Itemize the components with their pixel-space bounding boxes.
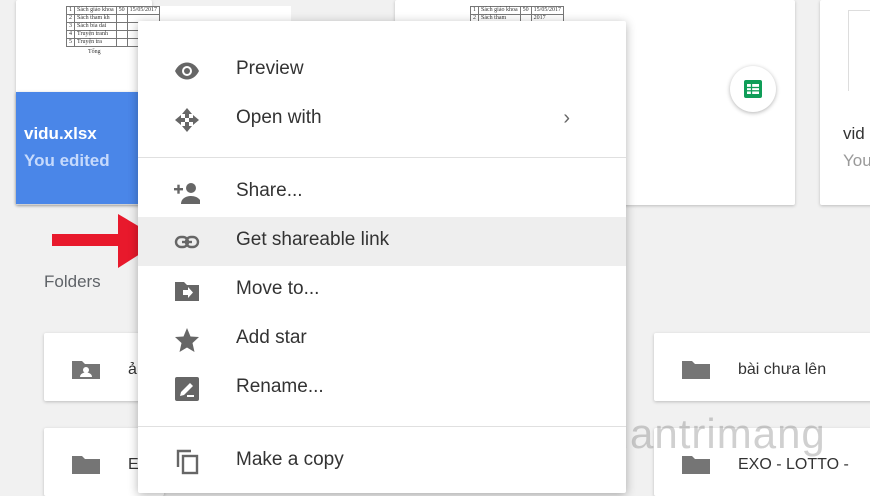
thumbnail-cell: 50 bbox=[519, 6, 532, 15]
selected-file-name: vidu.xlsx bbox=[24, 124, 97, 143]
move-arrows-icon bbox=[175, 108, 199, 132]
thumbnail-cell bbox=[115, 22, 128, 31]
link-icon bbox=[174, 235, 200, 249]
folder-label-4: EXO - LOTTO - bbox=[738, 456, 849, 473]
move-to-folder-icon bbox=[175, 282, 199, 301]
menu-label-open-with: Open with bbox=[236, 107, 322, 128]
thumbnail-cell: Sách bìa dai bbox=[74, 22, 117, 31]
rename-pencil-icon bbox=[175, 377, 199, 401]
thumbnail-row: 1 Sách giáo khoa 50 15/05/2017 bbox=[470, 6, 565, 15]
thumbnail-cell bbox=[115, 14, 128, 23]
menu-label-move-to: Move to... bbox=[236, 278, 320, 299]
menu-label-preview: Preview bbox=[236, 58, 304, 79]
eye-icon bbox=[175, 62, 199, 80]
menu-label-make-copy: Make a copy bbox=[236, 449, 344, 470]
sheets-badge bbox=[730, 66, 776, 112]
add-person-icon bbox=[174, 183, 200, 204]
menu-label-share: Share... bbox=[236, 180, 303, 201]
thumbnail-cell: 1 bbox=[66, 6, 75, 15]
selected-file-subtitle: You edited bbox=[24, 151, 110, 170]
thumbnail-cell: 5 bbox=[66, 38, 75, 47]
star-icon bbox=[175, 328, 199, 352]
thumbnail-cell: 50 bbox=[115, 6, 128, 15]
file-thumbnail-3 bbox=[848, 10, 870, 91]
folder-icon bbox=[682, 456, 710, 474]
thumbnail-cell: Sách giáo khoa bbox=[478, 6, 521, 15]
menu-item-preview[interactable]: Preview bbox=[138, 46, 626, 95]
copy-icon bbox=[176, 449, 199, 475]
menu-label-rename: Rename... bbox=[236, 376, 324, 397]
thumbnail-row: 1 Sách giáo khoa 50 15/05/2017 bbox=[66, 6, 161, 15]
thumbnail-cell: Truyện tranh bbox=[74, 30, 117, 39]
menu-item-get-shareable-link[interactable]: Get shareable link bbox=[138, 217, 626, 266]
thumbnail-cell: 1 bbox=[470, 6, 479, 15]
folder-label-1: ả bbox=[128, 361, 137, 378]
context-menu: Preview Open with › Share... Get shareab… bbox=[138, 21, 626, 493]
menu-label-add-star: Add star bbox=[236, 327, 307, 348]
folder-label-3: bài chưa lên bbox=[738, 361, 827, 378]
folder-icon bbox=[682, 361, 710, 379]
menu-item-open-with[interactable]: Open with › bbox=[138, 95, 626, 144]
menu-item-move-to[interactable]: Move to... bbox=[138, 266, 626, 315]
google-sheets-icon bbox=[744, 80, 762, 98]
thumbnail-cell: Truyện tra bbox=[74, 38, 117, 47]
menu-label-get-link: Get shareable link bbox=[236, 229, 390, 250]
menu-item-add-star[interactable]: Add star bbox=[138, 315, 626, 364]
folder-card-3[interactable]: bài chưa lên bbox=[654, 333, 870, 401]
shared-folder-icon bbox=[72, 361, 100, 379]
thumbnail-cell: 4 bbox=[66, 30, 75, 39]
menu-divider bbox=[138, 426, 626, 427]
selected-file-card[interactable] bbox=[16, 92, 152, 204]
thumbnail-cell bbox=[115, 38, 128, 47]
menu-item-make-copy[interactable]: Make a copy bbox=[138, 437, 626, 486]
file-subtitle-3: You bbox=[843, 151, 870, 170]
thumbnail-cell: 15/05/2017 bbox=[126, 6, 161, 15]
menu-divider bbox=[138, 157, 626, 158]
thumbnail-cell: 15/05/2017 bbox=[530, 6, 565, 15]
thumbnail-cell: Sách tham kh bbox=[74, 14, 117, 23]
folder-card-4[interactable]: EXO - LOTTO - bbox=[654, 428, 870, 496]
thumbnail-cell bbox=[115, 30, 128, 39]
folder-icon bbox=[72, 456, 100, 474]
menu-item-share[interactable]: Share... bbox=[138, 168, 626, 217]
chevron-right-icon: › bbox=[563, 107, 570, 129]
file-name-3: vid bbox=[843, 124, 865, 143]
menu-item-rename[interactable]: Rename... bbox=[138, 364, 626, 413]
thumbnail-cell: 2 bbox=[66, 14, 75, 23]
thumbnail-cell: 3 bbox=[66, 22, 75, 31]
thumbnail-cell: Sách giáo khoa bbox=[74, 6, 117, 15]
